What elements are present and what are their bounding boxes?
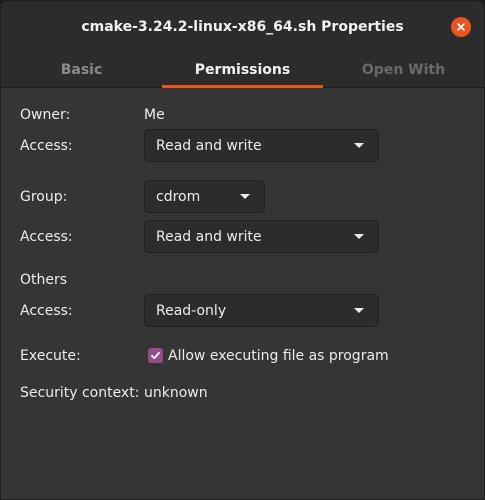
owner-access-value: Read and write bbox=[156, 137, 262, 154]
others-access-value: Read-only bbox=[156, 302, 227, 319]
others-access-label: Access: bbox=[20, 303, 73, 319]
tab-permissions-label: Permissions bbox=[194, 62, 291, 78]
group-access-value: Read and write bbox=[156, 228, 262, 245]
owner-label: Owner: bbox=[20, 107, 71, 123]
execute-checkbox[interactable] bbox=[148, 348, 163, 363]
chevron-down-icon bbox=[354, 143, 364, 148]
close-icon bbox=[457, 23, 465, 31]
close-button[interactable] bbox=[451, 17, 471, 37]
tab-basic-label: Basic bbox=[60, 62, 103, 78]
owner-value: Me bbox=[144, 107, 165, 123]
tab-open-with[interactable]: Open With bbox=[323, 53, 484, 87]
group-label: Group: bbox=[20, 189, 68, 205]
tab-basic[interactable]: Basic bbox=[1, 53, 162, 87]
group-access-dropdown[interactable]: Read and write bbox=[144, 220, 379, 253]
group-access-label: Access: bbox=[20, 229, 73, 245]
group-value: cdrom bbox=[156, 188, 201, 205]
execute-checkbox-label[interactable]: Allow executing file as program bbox=[168, 348, 389, 364]
execute-label: Execute: bbox=[20, 348, 81, 364]
checkmark-icon bbox=[151, 351, 160, 360]
owner-access-dropdown[interactable]: Read and write bbox=[144, 129, 379, 162]
others-heading: Others bbox=[20, 272, 68, 288]
tab-permissions[interactable]: Permissions bbox=[162, 53, 323, 88]
security-context-label: Security context: bbox=[20, 385, 140, 401]
tab-bar: Basic Permissions Open With bbox=[1, 53, 484, 88]
chevron-down-icon bbox=[240, 194, 250, 199]
tab-open-with-label: Open With bbox=[361, 62, 446, 78]
dialog-title: cmake-3.24.2-linux-x86_64.sh Properties bbox=[81, 19, 404, 35]
chevron-down-icon bbox=[354, 234, 364, 239]
security-context-value: unknown bbox=[144, 385, 208, 401]
others-access-dropdown[interactable]: Read-only bbox=[144, 294, 379, 327]
chevron-down-icon bbox=[354, 308, 364, 313]
properties-dialog: cmake-3.24.2-linux-x86_64.sh Properties … bbox=[0, 0, 485, 500]
group-dropdown[interactable]: cdrom bbox=[144, 180, 265, 213]
owner-access-label: Access: bbox=[20, 138, 73, 154]
titlebar: cmake-3.24.2-linux-x86_64.sh Properties bbox=[1, 1, 484, 53]
